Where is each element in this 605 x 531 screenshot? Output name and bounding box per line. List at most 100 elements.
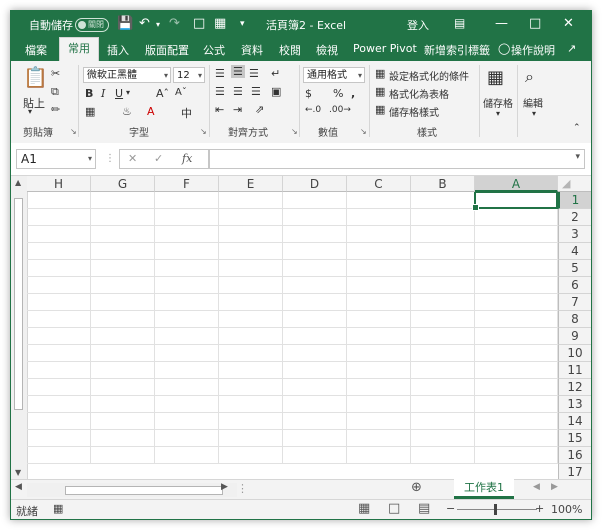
row-header-4[interactable]: 4 (558, 243, 591, 260)
row-header-6[interactable]: 6 (558, 277, 591, 294)
maximize-icon[interactable]: □ (529, 16, 541, 31)
format-table-icon[interactable]: ▦ (375, 85, 385, 98)
search-icon[interactable]: ⌕ (525, 67, 534, 87)
collapse-ribbon-icon[interactable]: ⌃ (573, 123, 581, 133)
column-header-d[interactable]: D (283, 176, 347, 192)
cell-area[interactable] (27, 192, 558, 464)
cancel-icon[interactable]: ✕ (128, 152, 137, 165)
paste-dropdown-icon[interactable]: ▾ (28, 107, 32, 116)
align-middle-icon[interactable]: ☰ (231, 65, 245, 78)
tab-page-layout[interactable]: 版面配置 (145, 42, 189, 58)
cells-icon[interactable]: ▦ (487, 67, 504, 88)
number-format-combo[interactable]: 通用格式 ▾ (303, 67, 365, 83)
font-color-icon[interactable]: A (147, 105, 155, 118)
cut-icon[interactable]: ✂ (51, 67, 60, 80)
tab-data[interactable]: 資料 (241, 42, 263, 58)
column-header-f[interactable]: F (155, 176, 219, 192)
share-icon[interactable]: ↗ (567, 42, 576, 55)
row-header-13[interactable]: 13 (558, 396, 591, 413)
phonetic-icon[interactable]: 中 (181, 105, 192, 121)
zoom-slider-thumb[interactable] (494, 504, 497, 515)
align-bottom-icon[interactable]: ☰ (249, 67, 259, 80)
expand-formula-icon[interactable]: ▾ (575, 152, 580, 162)
zoom-in-icon[interactable]: + (535, 502, 544, 515)
decrease-decimal-icon[interactable]: .00→ (329, 105, 351, 115)
row-header-9[interactable]: 9 (558, 328, 591, 345)
redo-icon[interactable]: ↷ (169, 16, 180, 31)
undo-icon[interactable]: ↶ (139, 16, 150, 31)
horizontal-scroll-thumb[interactable] (65, 486, 223, 495)
increase-font-icon[interactable]: Aˆ (156, 87, 169, 100)
paste-icon[interactable]: 📋 (23, 65, 48, 89)
tab-file[interactable]: 檔案 (25, 42, 47, 58)
conditional-format-button[interactable]: 設定格式化的條件 (389, 68, 469, 83)
column-header-e[interactable]: E (219, 176, 283, 192)
print-preview-icon[interactable]: ▦ (214, 16, 226, 31)
column-header-b[interactable]: B (411, 176, 475, 192)
font-name-combo[interactable]: 微軟正黑體 ▾ (83, 67, 171, 83)
column-header-a[interactable]: A (475, 176, 558, 192)
format-as-table-button[interactable]: 格式化為表格 (389, 86, 449, 101)
new-sheet-icon[interactable]: ⊕ (411, 480, 422, 495)
font-launcher-icon[interactable]: ↘ (200, 127, 207, 136)
tab-insert[interactable]: 插入 (107, 42, 129, 58)
cells-dropdown-icon[interactable]: ▾ (496, 109, 500, 118)
sheet-nav-left-icon[interactable]: ◀ (533, 482, 540, 492)
underline-button[interactable]: U (115, 87, 123, 100)
cells-button[interactable]: 儲存格 (483, 95, 513, 110)
row-header-8[interactable]: 8 (558, 311, 591, 328)
number-launcher-icon[interactable]: ↘ (360, 127, 367, 136)
zoom-out-icon[interactable]: − (446, 502, 455, 515)
bold-button[interactable]: B (85, 87, 93, 100)
row-header-5[interactable]: 5 (558, 260, 591, 277)
macro-record-icon[interactable]: ▦ (53, 502, 63, 515)
align-left-icon[interactable]: ☰ (215, 85, 225, 98)
row-header-7[interactable]: 7 (558, 294, 591, 311)
format-painter-icon[interactable]: ✏ (51, 103, 60, 116)
column-header-h[interactable]: H (27, 176, 91, 192)
comma-style-icon[interactable]: , (351, 87, 355, 100)
enter-icon[interactable]: ✓ (154, 152, 163, 165)
editing-dropdown-icon[interactable]: ▾ (532, 109, 536, 118)
signin-link[interactable]: 登入 (407, 17, 429, 33)
save-icon[interactable]: 💾 (117, 16, 133, 31)
autosave-toggle[interactable]: 關閉 (75, 18, 109, 32)
conditional-format-icon[interactable]: ▦ (375, 67, 385, 80)
scroll-up-icon[interactable]: ▲ (15, 178, 21, 187)
tell-me-search[interactable]: 操作說明 (511, 42, 555, 58)
percent-style-icon[interactable]: % (333, 87, 343, 100)
accounting-format-icon[interactable]: $ (305, 87, 312, 100)
row-header-1[interactable]: 1 (558, 192, 591, 209)
insert-function-icon[interactable]: fx (182, 152, 192, 165)
scroll-down-icon[interactable]: ▼ (15, 468, 21, 477)
row-header-2[interactable]: 2 (558, 209, 591, 226)
row-header-14[interactable]: 14 (558, 413, 591, 430)
row-header-3[interactable]: 3 (558, 226, 591, 243)
decrease-font-icon[interactable]: Aˇ (175, 87, 187, 98)
paste-button[interactable]: 貼上 (23, 95, 45, 111)
normal-view-icon[interactable]: ▦ (358, 501, 370, 516)
formula-input[interactable]: ▾ (209, 149, 585, 169)
active-cell[interactable] (472, 192, 558, 211)
vertical-scroll-thumb[interactable] (14, 198, 23, 410)
select-all-corner[interactable]: ◢ (558, 176, 591, 192)
underline-dropdown-icon[interactable]: ▾ (126, 88, 130, 97)
tab-view[interactable]: 檢視 (316, 42, 338, 58)
increase-indent-icon[interactable]: ⇥ (233, 103, 242, 116)
align-center-icon[interactable]: ☰ (233, 85, 243, 98)
zoom-slider[interactable] (457, 509, 537, 510)
tab-power-pivot[interactable]: Power Pivot (353, 42, 417, 55)
row-header-12[interactable]: 12 (558, 379, 591, 396)
zoom-level[interactable]: 100% (551, 503, 582, 516)
scroll-left-icon[interactable]: ◀ (15, 482, 22, 492)
decrease-indent-icon[interactable]: ⇤ (215, 103, 224, 116)
increase-decimal-icon[interactable]: ←.0 (305, 105, 321, 115)
clipboard-launcher-icon[interactable]: ↘ (70, 127, 77, 136)
fill-color-icon[interactable]: ♨ (122, 105, 132, 118)
customize-qat-icon[interactable]: ▾ (240, 19, 245, 29)
cell-styles-icon[interactable]: ▦ (375, 103, 385, 116)
row-header-10[interactable]: 10 (558, 345, 591, 362)
scroll-right-icon[interactable]: ▶ (221, 482, 228, 492)
undo-dropdown-icon[interactable]: ▾ (156, 20, 160, 29)
minimize-icon[interactable]: — (495, 16, 508, 31)
